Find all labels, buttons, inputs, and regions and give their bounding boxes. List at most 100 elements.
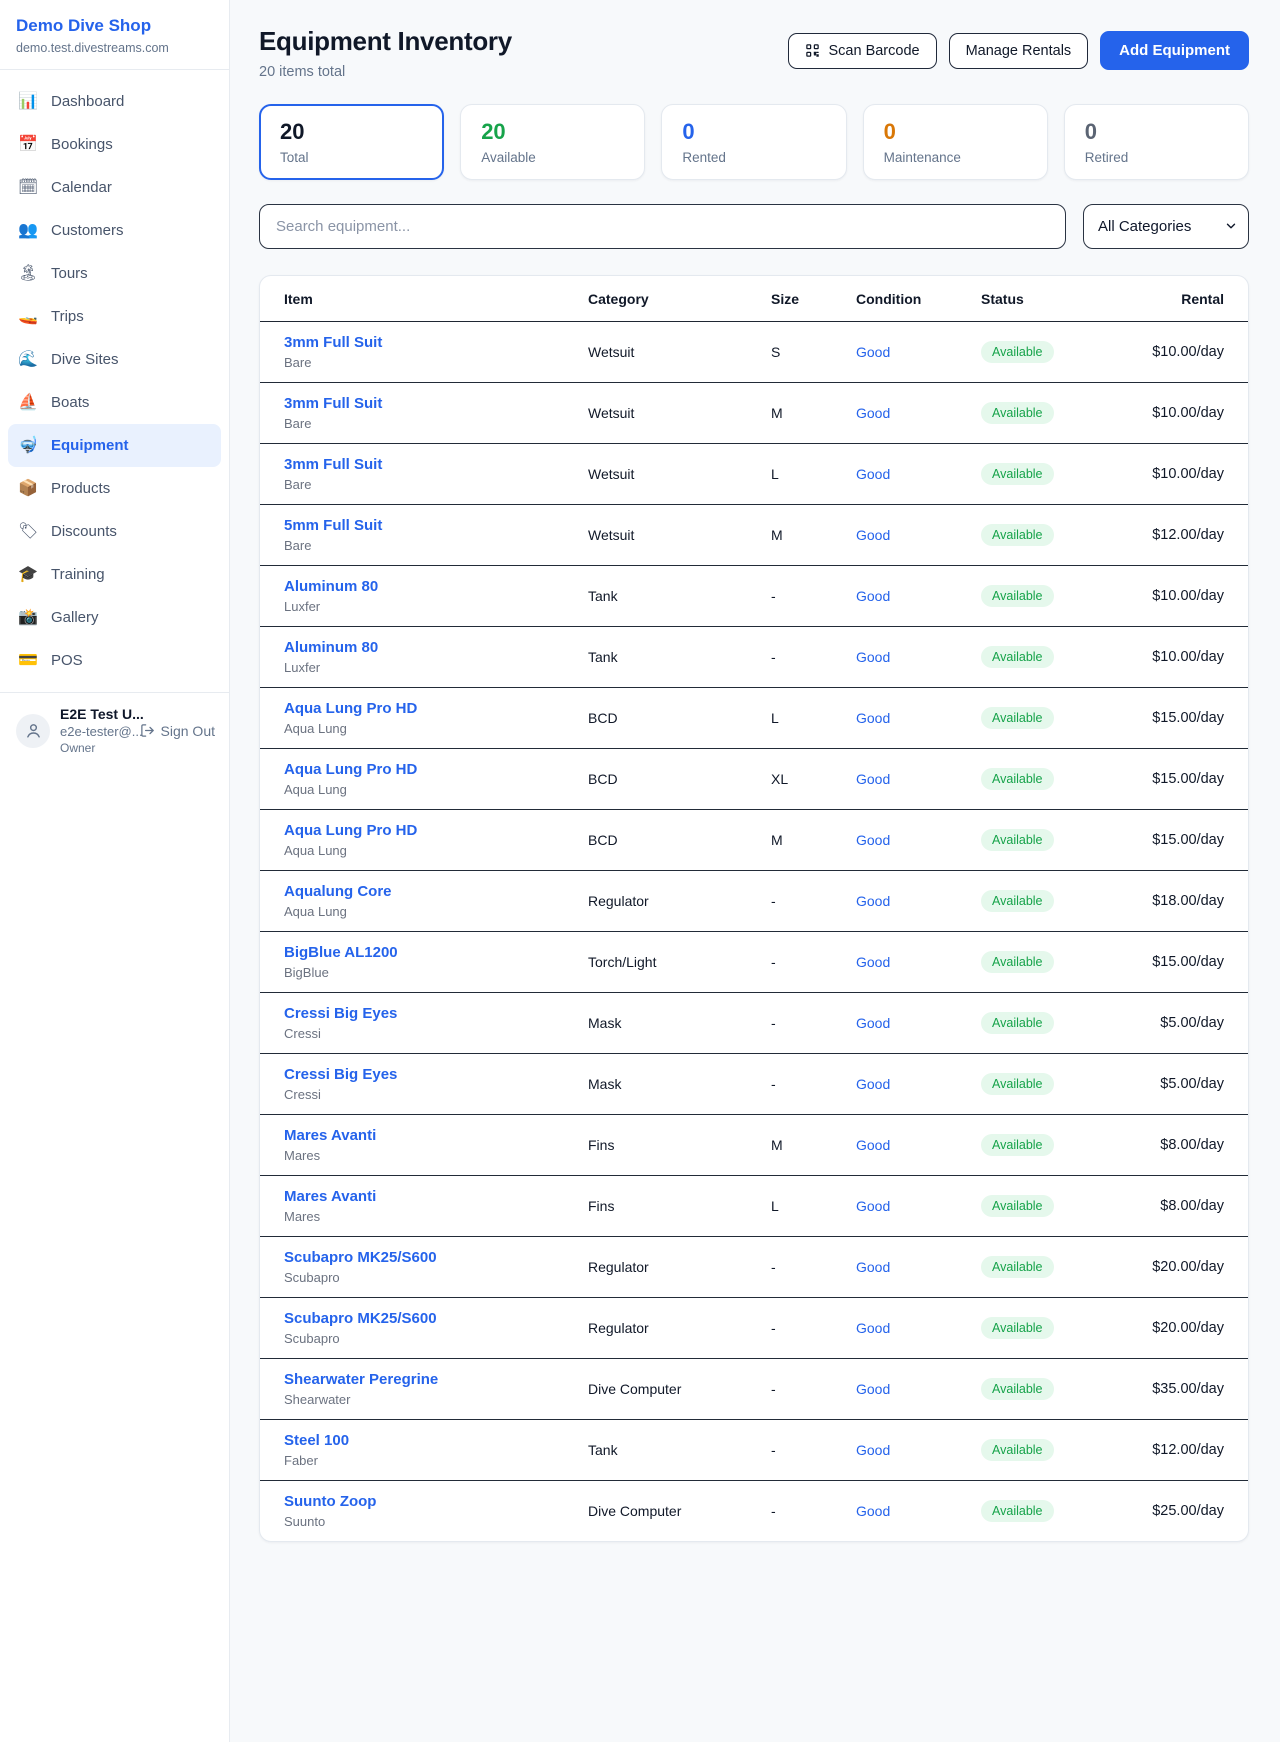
item-name-link[interactable]: Aqua Lung Pro HD [284, 761, 588, 778]
table-row[interactable]: Aqua Lung Pro HDAqua LungBCDMGoodAvailab… [260, 810, 1248, 871]
table-row[interactable]: Cressi Big EyesCressiMask-GoodAvailable$… [260, 1054, 1248, 1115]
sidebar-item-customers[interactable]: 👥Customers [8, 209, 221, 252]
sidebar-item-training[interactable]: 🎓Training [8, 553, 221, 596]
table-row[interactable]: Mares AvantiMaresFinsMGoodAvailable$8.00… [260, 1115, 1248, 1176]
table-row[interactable]: 3mm Full SuitBareWetsuitSGoodAvailable$1… [260, 322, 1248, 383]
user-section: E2E Test U... e2e-tester@... Owner Sign … [0, 693, 229, 768]
sidebar-item-equipment[interactable]: 🤿Equipment [8, 424, 221, 467]
table-header-row: ItemCategorySizeConditionStatusRental [260, 276, 1248, 322]
graduation-cap-icon: 🎓 [18, 567, 38, 583]
table-row[interactable]: Steel 100FaberTank-GoodAvailable$12.00/d… [260, 1420, 1248, 1481]
sign-out-button[interactable]: Sign Out [140, 723, 215, 739]
table-row[interactable]: Scubapro MK25/S600ScubaproRegulator-Good… [260, 1237, 1248, 1298]
status-badge: Available [981, 585, 1054, 607]
status-cell: Available [981, 1378, 1141, 1400]
search-input[interactable] [259, 204, 1066, 249]
table-row[interactable]: Mares AvantiMaresFinsLGoodAvailable$8.00… [260, 1176, 1248, 1237]
sidebar-item-tours[interactable]: 🏝Tours [8, 252, 221, 295]
sidebar-item-label: Dashboard [51, 93, 124, 110]
sidebar-item-dashboard[interactable]: 📊Dashboard [8, 80, 221, 123]
item-cell: Scubapro MK25/S600Scubapro [284, 1249, 588, 1285]
barcode-scan-icon [805, 43, 820, 58]
item-name-link[interactable]: Cressi Big Eyes [284, 1005, 588, 1022]
stat-card-available[interactable]: 20Available [460, 104, 645, 180]
item-name-link[interactable]: Aluminum 80 [284, 639, 588, 656]
size-cell: - [771, 1442, 856, 1458]
item-name-link[interactable]: 3mm Full Suit [284, 456, 588, 473]
status-badge: Available [981, 1256, 1054, 1278]
stat-card-rented[interactable]: 0Rented [661, 104, 846, 180]
status-cell: Available [981, 1012, 1141, 1034]
sidebar-item-gallery[interactable]: 📸Gallery [8, 596, 221, 639]
table-row[interactable]: Suunto ZoopSuuntoDive Computer-GoodAvail… [260, 1481, 1248, 1541]
category-cell: BCD [588, 832, 771, 848]
sidebar-item-calendar[interactable]: 🗓Calendar [8, 166, 221, 209]
item-name-link[interactable]: Mares Avanti [284, 1127, 588, 1144]
item-name-link[interactable]: Aqua Lung Pro HD [284, 700, 588, 717]
table-row[interactable]: Scubapro MK25/S600ScubaproRegulator-Good… [260, 1298, 1248, 1359]
item-name-link[interactable]: Suunto Zoop [284, 1493, 588, 1510]
brand-name[interactable]: Demo Dive Shop [16, 16, 213, 36]
table-row[interactable]: Aluminum 80LuxferTank-GoodAvailable$10.0… [260, 627, 1248, 688]
item-brand: Faber [284, 1453, 588, 1468]
table-row[interactable]: 3mm Full SuitBareWetsuitMGoodAvailable$1… [260, 383, 1248, 444]
table-row[interactable]: 5mm Full SuitBareWetsuitMGoodAvailable$1… [260, 505, 1248, 566]
table-row[interactable]: BigBlue AL1200BigBlueTorch/Light-GoodAva… [260, 932, 1248, 993]
item-name-link[interactable]: 5mm Full Suit [284, 517, 588, 534]
table-row[interactable]: Aqua Lung Pro HDAqua LungBCDLGoodAvailab… [260, 688, 1248, 749]
condition-cell: Good [856, 1503, 981, 1519]
column-header-rental: Rental [1141, 291, 1224, 307]
item-name-link[interactable]: Shearwater Peregrine [284, 1371, 588, 1388]
add-equipment-button[interactable]: Add Equipment [1100, 31, 1249, 70]
stat-card-total[interactable]: 20Total [259, 104, 444, 180]
table-row[interactable]: Aqua Lung Pro HDAqua LungBCDXLGoodAvaila… [260, 749, 1248, 810]
item-name-link[interactable]: Mares Avanti [284, 1188, 588, 1205]
item-name-link[interactable]: Aluminum 80 [284, 578, 588, 595]
status-cell: Available [981, 646, 1141, 668]
sidebar-item-dive-sites[interactable]: 🌊Dive Sites [8, 338, 221, 381]
item-cell: Mares AvantiMares [284, 1188, 588, 1224]
status-cell: Available [981, 1439, 1141, 1461]
sidebar-item-label: Tours [51, 265, 88, 282]
item-brand: Scubapro [284, 1331, 588, 1346]
category-cell: Dive Computer [588, 1503, 771, 1519]
item-name-link[interactable]: Aqua Lung Pro HD [284, 822, 588, 839]
status-cell: Available [981, 1073, 1141, 1095]
stat-value: 20 [481, 119, 624, 145]
item-name-link[interactable]: BigBlue AL1200 [284, 944, 588, 961]
table-row[interactable]: 3mm Full SuitBareWetsuitLGoodAvailable$1… [260, 444, 1248, 505]
sidebar-item-trips[interactable]: 🚤Trips [8, 295, 221, 338]
column-header-size: Size [771, 291, 856, 307]
item-name-link[interactable]: 3mm Full Suit [284, 334, 588, 351]
manage-rentals-button[interactable]: Manage Rentals [949, 33, 1089, 69]
sidebar-item-products[interactable]: 📦Products [8, 467, 221, 510]
table-row[interactable]: Shearwater PeregrineShearwaterDive Compu… [260, 1359, 1248, 1420]
stat-card-maintenance[interactable]: 0Maintenance [863, 104, 1048, 180]
item-name-link[interactable]: Scubapro MK25/S600 [284, 1310, 588, 1327]
scan-barcode-button[interactable]: Scan Barcode [788, 33, 936, 69]
sign-out-icon [140, 723, 155, 738]
sidebar-item-label: Products [51, 480, 110, 497]
table-row[interactable]: Aqualung CoreAqua LungRegulator-GoodAvai… [260, 871, 1248, 932]
item-name-link[interactable]: Aqualung Core [284, 883, 588, 900]
rental-rate-cell: $20.00/day [1141, 1259, 1224, 1275]
sidebar-item-boats[interactable]: ⛵Boats [8, 381, 221, 424]
sidebar-item-discounts[interactable]: 🏷Discounts [8, 510, 221, 553]
scan-barcode-label: Scan Barcode [828, 43, 919, 59]
item-name-link[interactable]: 3mm Full Suit [284, 395, 588, 412]
stat-value: 20 [280, 119, 423, 145]
item-brand: Bare [284, 477, 588, 492]
category-filter-select[interactable]: All Categories [1083, 204, 1249, 249]
item-brand: Bare [284, 416, 588, 431]
item-name-link[interactable]: Cressi Big Eyes [284, 1066, 588, 1083]
size-cell: - [771, 1076, 856, 1092]
stat-card-retired[interactable]: 0Retired [1064, 104, 1249, 180]
table-row[interactable]: Aluminum 80LuxferTank-GoodAvailable$10.0… [260, 566, 1248, 627]
sidebar-item-bookings[interactable]: 📅Bookings [8, 123, 221, 166]
sidebar-item-label: Dive Sites [51, 351, 119, 368]
sidebar-item-pos[interactable]: 💳POS [8, 639, 221, 682]
item-name-link[interactable]: Scubapro MK25/S600 [284, 1249, 588, 1266]
rental-rate-cell: $8.00/day [1141, 1137, 1224, 1153]
table-row[interactable]: Cressi Big EyesCressiMask-GoodAvailable$… [260, 993, 1248, 1054]
item-name-link[interactable]: Steel 100 [284, 1432, 588, 1449]
